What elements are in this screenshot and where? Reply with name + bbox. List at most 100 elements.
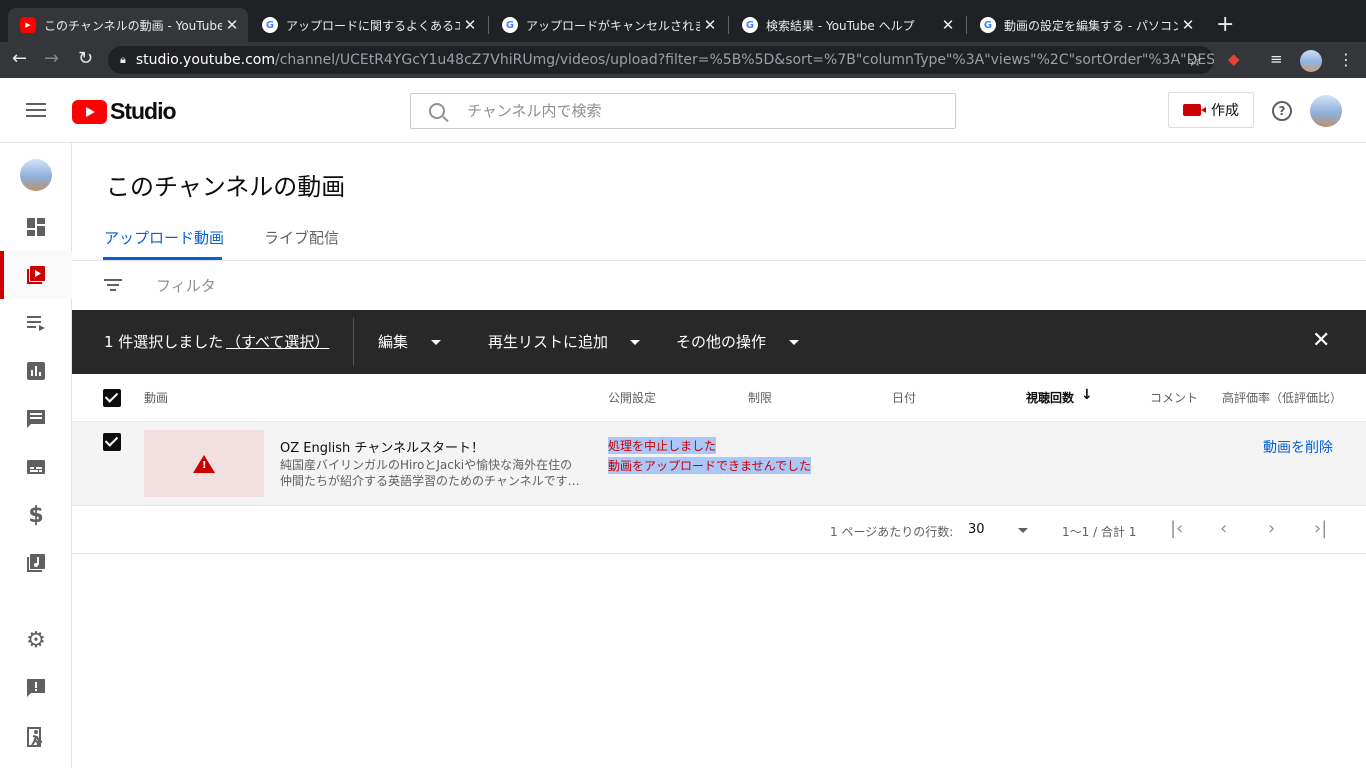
extension-icon[interactable]: ◆ [1228, 50, 1240, 68]
sidebar-item-playlists[interactable] [0, 299, 72, 347]
sidebar-item-settings[interactable]: ⚙ [0, 616, 72, 664]
google-favicon-icon: G [980, 17, 996, 33]
chevron-down-icon[interactable] [789, 340, 799, 345]
back-icon[interactable]: ← [12, 48, 27, 69]
feedback-icon [27, 679, 45, 697]
url-host: studio.youtube.com [135, 52, 275, 68]
first-page-icon[interactable]: |‹ [1170, 518, 1183, 539]
audio-library-icon [27, 554, 45, 572]
col-visibility[interactable]: 公開設定 [608, 389, 656, 406]
account-avatar[interactable] [1310, 95, 1342, 127]
browser-menu-icon[interactable]: ⋮ [1338, 50, 1354, 69]
tab-strip: ▶ このチャンネルの動画 - YouTube Studio ✕ G アップロード… [0, 0, 1366, 42]
tab-title: 動画の設定を編集する - パソコン - YouTube [1004, 18, 1178, 33]
youtube-favicon-icon: ▶ [20, 17, 36, 33]
url-path: /channel/UCEtR4YGcY1u48cZ7VhiRUmg/videos… [275, 52, 1214, 68]
close-tab-icon[interactable]: ✕ [460, 16, 480, 34]
dollar-icon: $ [28, 502, 44, 528]
browser-chrome: ▶ このチャンネルの動画 - YouTube Studio ✕ G アップロード… [0, 0, 1366, 78]
browser-toolbar: ← → ↻ 🔒︎ studio.youtube.com /channel/UCE… [0, 42, 1366, 78]
close-tab-icon[interactable]: ✕ [1178, 16, 1198, 34]
filter-input[interactable]: フィルタ [156, 275, 216, 296]
col-video: 動画 [144, 391, 169, 405]
bulk-divider [353, 318, 354, 366]
select-all-checkbox[interactable] [103, 389, 121, 407]
sidebar-item-feedback[interactable] [0, 664, 72, 712]
sidebar-item-comments[interactable] [0, 395, 72, 443]
close-tab-icon[interactable]: ✕ [700, 16, 720, 34]
filter-bar[interactable]: フィルタ [72, 261, 1366, 310]
rows-per-page-select[interactable]: 30 [968, 522, 985, 537]
new-tab-icon[interactable]: + [1216, 12, 1234, 37]
channel-avatar[interactable] [20, 159, 52, 191]
video-library-icon [27, 266, 45, 284]
add-to-playlist-dropdown[interactable]: 再生リストに追加 [488, 331, 608, 352]
close-icon[interactable]: ✕ [1312, 328, 1330, 353]
browser-tab-4[interactable]: G 検索結果 - YouTube ヘルプ ✕ [730, 8, 964, 42]
table-row[interactable]: ! OZ English チャンネルスタート！ 純国産バイリンガルのHiroとJ… [72, 422, 1366, 506]
chevron-down-icon[interactable] [1018, 528, 1028, 533]
prev-page-icon[interactable]: ‹ [1220, 518, 1227, 539]
edit-dropdown[interactable]: 編集 [378, 331, 408, 352]
chevron-down-icon[interactable] [630, 340, 640, 345]
gear-icon: ⚙ [26, 627, 46, 653]
col-restrictions[interactable]: 制限 [748, 389, 772, 406]
video-title[interactable]: OZ English チャンネルスタート！ [280, 437, 484, 456]
close-tab-icon[interactable]: ✕ [222, 16, 242, 34]
bookmark-star-icon[interactable]: ☆ [1188, 51, 1202, 70]
tab-live[interactable]: ライブ配信 [264, 227, 339, 248]
logo-text: Studio [110, 98, 177, 124]
profile-avatar-icon[interactable] [1300, 50, 1322, 72]
row-checkbox[interactable] [103, 433, 121, 451]
sidebar-item-content[interactable] [0, 251, 72, 299]
video-thumbnail[interactable]: ! [144, 430, 264, 497]
more-actions-dropdown[interactable]: その他の操作 [676, 331, 766, 352]
hamburger-menu-icon[interactable] [26, 103, 46, 117]
video-description: 純国産バイリンガルのHiroとJackiや愉快な海外在住の仲間たちが紹介する英語… [280, 458, 580, 488]
filter-icon[interactable] [104, 279, 122, 291]
google-favicon-icon: G [742, 17, 758, 33]
reload-icon[interactable]: ↻ [78, 48, 93, 69]
browser-tab-studio[interactable]: ▶ このチャンネルの動画 - YouTube Studio ✕ [8, 8, 248, 42]
col-likes[interactable]: 高評価率（低評価比） [1222, 389, 1342, 406]
playlist-icon [27, 316, 45, 331]
sort-arrow-down-icon[interactable]: ↓ [1081, 387, 1093, 403]
tab-title: アップロードがキャンセルされました [526, 18, 700, 33]
sidebar-item-monetization[interactable]: $ [0, 491, 72, 539]
upload-failed-status: 動画をアップロードできませんでした [608, 457, 812, 474]
col-views[interactable]: 視聴回数 [1026, 389, 1074, 406]
browser-tab-3[interactable]: G アップロードがキャンセルされました ✕ [490, 8, 726, 42]
delete-video-link[interactable]: 動画を削除 [1263, 437, 1333, 457]
col-comments[interactable]: コメント [1150, 389, 1198, 406]
col-date[interactable]: 日付 [892, 389, 916, 406]
studio-logo[interactable]: Studio [72, 98, 177, 125]
sidebar-item-creator-studio-classic[interactable] [0, 713, 72, 761]
sidebar-item-subtitles[interactable] [0, 443, 72, 491]
sidebar-item-analytics[interactable] [0, 347, 72, 395]
tab-divider [966, 16, 967, 34]
select-all-link[interactable]: （すべて選択） [226, 331, 329, 352]
last-page-icon[interactable]: ›| [1314, 518, 1327, 539]
search-input[interactable] [467, 102, 907, 120]
address-bar[interactable]: 🔒︎ studio.youtube.com /channel/UCEtR4YGc… [108, 46, 1214, 74]
chevron-down-icon[interactable] [431, 340, 441, 345]
next-page-icon[interactable]: › [1268, 518, 1275, 539]
google-favicon-icon: G [262, 17, 278, 33]
create-button[interactable]: 作成 [1168, 92, 1254, 128]
channel-search[interactable] [410, 93, 956, 129]
browser-tab-5[interactable]: G 動画の設定を編集する - パソコン - YouTube ✕ [968, 8, 1204, 42]
close-tab-icon[interactable]: ✕ [938, 16, 958, 34]
exit-icon [27, 727, 43, 747]
left-sidebar: $ ⚙ [0, 143, 72, 768]
tab-divider [488, 16, 489, 34]
forward-icon[interactable]: → [44, 48, 59, 69]
sidebar-item-dashboard[interactable] [0, 203, 72, 251]
tab-uploads[interactable]: アップロード動画 [104, 227, 224, 248]
create-label: 作成 [1211, 103, 1239, 119]
media-queue-icon[interactable]: ≡ [1270, 50, 1283, 68]
sidebar-item-audio-library[interactable] [0, 539, 72, 587]
analytics-icon [27, 362, 45, 380]
help-icon[interactable]: ? [1272, 101, 1292, 121]
selected-count: 1 件選択しました [104, 333, 224, 351]
browser-tab-2[interactable]: G アップロードに関するよくあるエラー ✕ [250, 8, 486, 42]
